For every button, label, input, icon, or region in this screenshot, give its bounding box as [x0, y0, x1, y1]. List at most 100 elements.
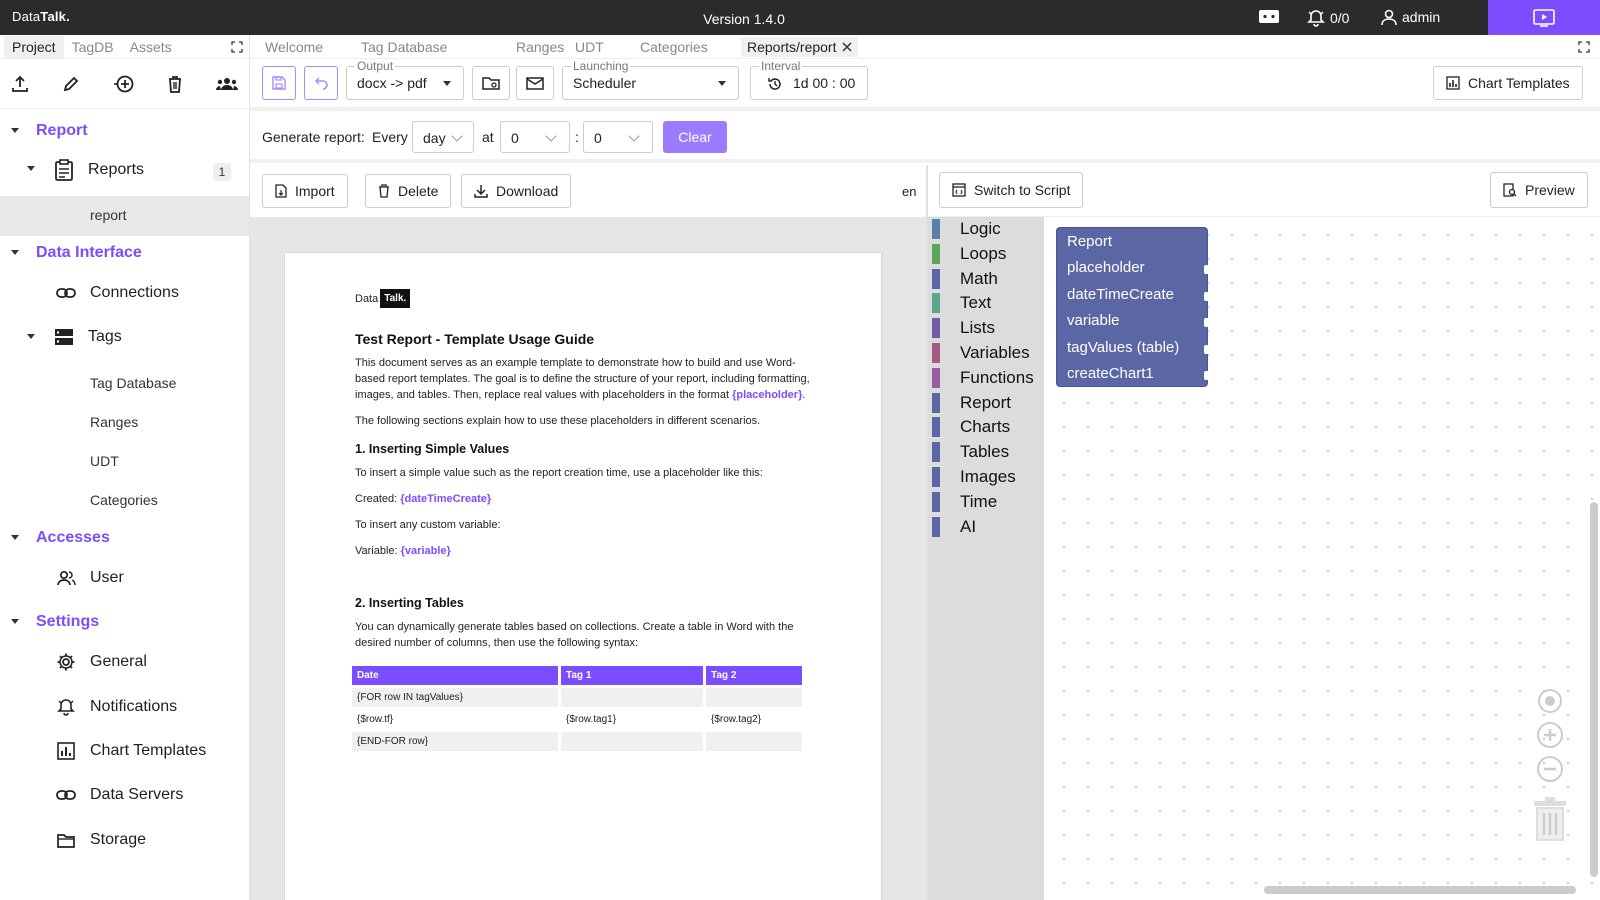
tree-item-chart-templates[interactable]: Chart Templates — [56, 741, 206, 761]
chart-templates-button[interactable]: Chart Templates — [1433, 66, 1583, 100]
tree-item-label: Data Servers — [90, 786, 184, 803]
tree-item-tags[interactable]: Tags — [54, 327, 122, 347]
tab-tag-database[interactable]: Tag Database — [361, 39, 447, 55]
toolbox-category-text[interactable]: Text — [932, 293, 991, 314]
caret-down-icon[interactable] — [11, 250, 19, 255]
tree-item-label: Tags — [88, 328, 122, 345]
tree-item-udt[interactable]: UDT — [90, 453, 119, 469]
toolbox-category-ai[interactable]: AI — [932, 516, 976, 537]
alarm-indicator[interactable]: 0/0 — [1306, 8, 1349, 28]
tree-item-reports[interactable]: Reports — [54, 159, 144, 181]
tab-udt[interactable]: UDT — [575, 39, 604, 55]
upload-icon[interactable] — [10, 74, 30, 94]
category-label: Lists — [960, 318, 995, 338]
tree-section-accesses[interactable]: Accesses — [36, 529, 110, 547]
tree-item-data-servers[interactable]: Data Servers — [56, 786, 183, 804]
toolbox-category-logic[interactable]: Logic — [932, 219, 1001, 239]
caret-down-icon[interactable] — [11, 619, 19, 624]
tree-section-data-interface[interactable]: Data Interface — [36, 244, 142, 262]
tree-item-storage[interactable]: Storage — [56, 831, 146, 849]
zoom-out-icon[interactable] — [1536, 755, 1564, 783]
expand-icon[interactable] — [1578, 41, 1590, 53]
caret-down-icon[interactable] — [11, 535, 19, 540]
output-label: Output — [355, 59, 396, 73]
save-button[interactable] — [262, 66, 296, 100]
tree-item-user[interactable]: User — [56, 569, 124, 587]
toolbox-category-lists[interactable]: Lists — [932, 318, 995, 339]
tree-section-report[interactable]: Report — [36, 122, 88, 140]
run-project-button[interactable] — [1488, 0, 1600, 35]
tree-item-connections[interactable]: Connections — [56, 284, 179, 302]
block-input-socket[interactable] — [1204, 265, 1211, 274]
zoom-in-icon[interactable] — [1536, 721, 1564, 749]
user-menu[interactable]: admin — [1380, 8, 1440, 26]
trash-icon[interactable] — [166, 74, 184, 94]
category-label: Logic — [960, 219, 1001, 238]
language-label[interactable]: en — [902, 184, 916, 199]
tree-item-notifications[interactable]: Notifications — [56, 697, 177, 717]
undo-button[interactable] — [304, 66, 338, 100]
caret-down-icon[interactable] — [27, 166, 35, 171]
user-name: admin — [1402, 9, 1441, 25]
block-input-socket[interactable] — [1204, 371, 1211, 380]
vertical-scrollbar[interactable] — [1590, 502, 1598, 877]
caret-down-icon[interactable] — [27, 334, 35, 339]
launching-select[interactable]: Launching Scheduler — [562, 59, 739, 100]
horizontal-scrollbar[interactable] — [1264, 886, 1576, 894]
output-folder-button[interactable] — [472, 66, 510, 100]
section-heading-2: 2. Inserting Tables — [355, 596, 464, 610]
clear-button[interactable]: Clear — [663, 121, 727, 153]
tree-item-tag-database[interactable]: Tag Database — [90, 375, 176, 391]
toolbox-category-charts[interactable]: Charts — [932, 417, 1010, 438]
toolbox-category-report[interactable]: Report — [932, 392, 1011, 413]
tab-assets[interactable]: Assets — [122, 36, 180, 58]
switch-to-script-button[interactable]: Switch to Script — [939, 172, 1084, 208]
toolbox-category-functions[interactable]: Functions — [932, 367, 1034, 388]
tab-welcome[interactable]: Welcome — [265, 39, 323, 55]
document-logo: Data Talk. — [355, 289, 411, 308]
toolbox-category-math[interactable]: Math — [932, 268, 998, 289]
expand-icon[interactable] — [231, 41, 243, 53]
caret-down-icon[interactable] — [11, 128, 19, 133]
block-input-socket[interactable] — [1204, 318, 1211, 327]
download-button[interactable]: Download — [461, 174, 572, 208]
block-input-socket[interactable] — [1204, 344, 1211, 354]
chat-icon[interactable] — [1258, 8, 1280, 26]
tree-item-general[interactable]: General — [56, 652, 147, 672]
toolbox-category-tables[interactable]: Tables — [932, 442, 1009, 463]
tab-ranges[interactable]: Ranges — [516, 39, 564, 55]
tree-section-settings[interactable]: Settings — [36, 613, 99, 631]
toolbox-category-images[interactable]: Images — [932, 467, 1016, 487]
tree-item-categories[interactable]: Categories — [90, 492, 158, 508]
tab-reports-report[interactable]: Reports/report — [741, 37, 859, 57]
trash-icon[interactable] — [1532, 797, 1568, 841]
report-block[interactable]: Report placeholder dateTimeCreate variable… — [1056, 227, 1211, 387]
blocks-workspace[interactable]: Report placeholder dateTimeCreate variable… — [1044, 217, 1600, 900]
delete-button[interactable]: Delete — [365, 174, 452, 208]
import-button[interactable]: Import — [262, 174, 348, 208]
tab-categories[interactable]: Categories — [640, 39, 708, 55]
schedule-row: Generate report: Every day at 0 : 0 Clea… — [250, 111, 1600, 163]
tab-project[interactable]: Project — [4, 36, 64, 58]
preview-button[interactable]: Preview — [1490, 172, 1588, 208]
toolbox-category-loops[interactable]: Loops — [932, 243, 1006, 264]
recenter-icon[interactable] — [1536, 687, 1564, 715]
close-icon[interactable] — [842, 42, 853, 52]
interval-field[interactable]: Interval 1d 00 : 00 — [750, 59, 868, 100]
toolbox-category-time[interactable]: Time — [932, 491, 997, 512]
period-select[interactable]: day — [412, 121, 474, 153]
block-input-socket[interactable] — [1204, 291, 1211, 301]
email-settings-button[interactable] — [516, 66, 554, 100]
add-circle-icon[interactable] — [112, 74, 136, 94]
minute-select[interactable]: 0 — [583, 121, 653, 153]
tree-item-ranges[interactable]: Ranges — [90, 414, 138, 430]
hour-select[interactable]: 0 — [500, 121, 570, 153]
category-color-bar — [932, 442, 940, 463]
edit-icon[interactable] — [61, 74, 81, 94]
tab-tagdb[interactable]: TagDB — [64, 36, 122, 58]
users-icon[interactable] — [215, 74, 239, 94]
table-header: Date — [352, 666, 558, 685]
output-select[interactable]: Output docx -> pdf — [346, 59, 464, 100]
button-label: Import — [295, 183, 335, 199]
toolbox-category-variables[interactable]: Variables — [932, 343, 1030, 363]
